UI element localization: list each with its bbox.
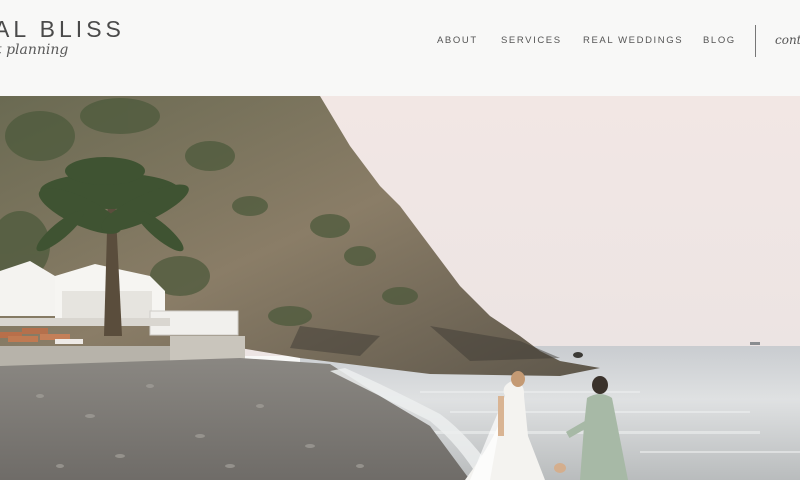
nav-about[interactable]: ABOUT <box>437 35 478 46</box>
logo-title[interactable]: AL BLISS <box>0 16 125 43</box>
logo-script[interactable]: t planning <box>0 42 68 58</box>
distant-boat <box>750 342 760 345</box>
nav-blog[interactable]: BLOG <box>703 35 736 46</box>
hero-image <box>0 96 800 480</box>
nav-divider <box>755 25 756 57</box>
nav-services[interactable]: SERVICES <box>501 35 562 46</box>
joined-hands <box>554 463 566 473</box>
nav-real-weddings[interactable]: REAL WEDDINGS <box>583 35 683 46</box>
nav-contact[interactable]: conta <box>775 33 800 47</box>
distant-rock <box>573 352 583 358</box>
site-header: AL BLISS t planning ABOUT SERVICES REAL … <box>0 0 800 96</box>
